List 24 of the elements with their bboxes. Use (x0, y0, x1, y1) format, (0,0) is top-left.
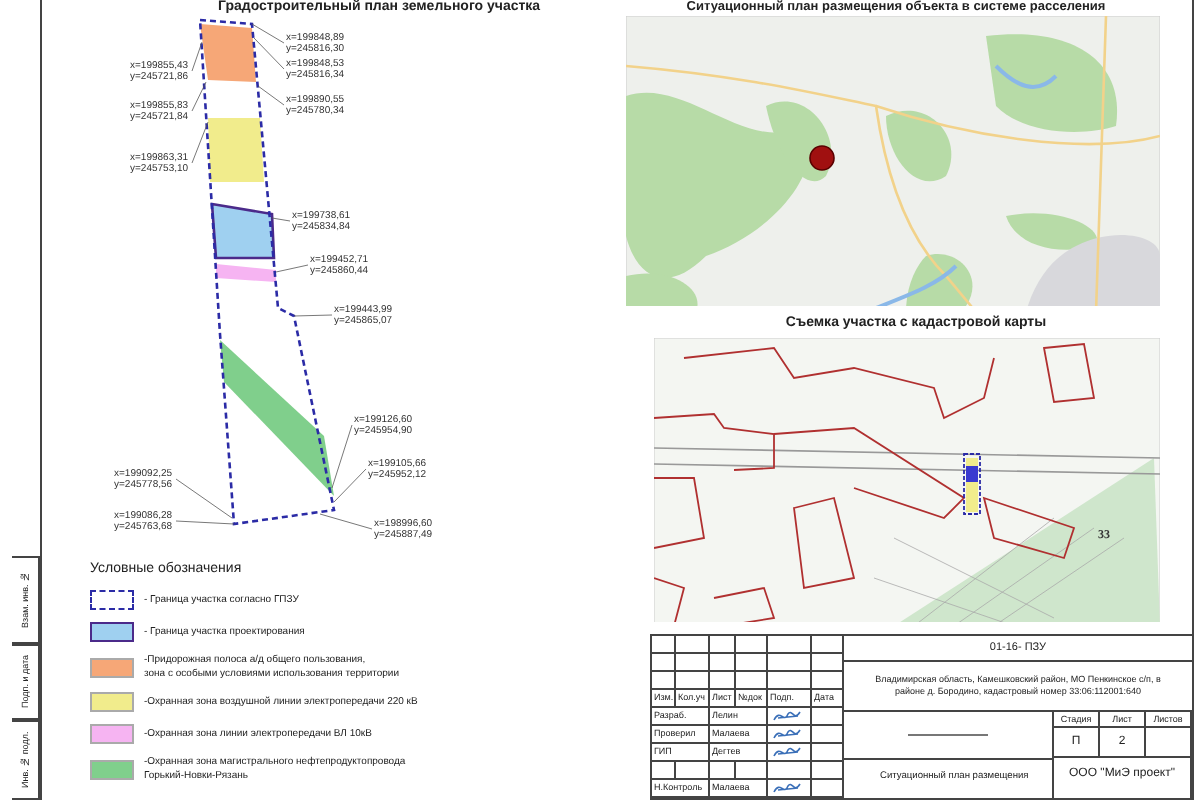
empty-cell (768, 672, 812, 690)
empty-cell (812, 654, 844, 672)
leader-line (293, 314, 333, 317)
empty-cell (812, 672, 844, 690)
leader-line (275, 264, 309, 273)
empty-cell (812, 762, 844, 780)
empty-cell (676, 654, 710, 672)
leader-line (271, 217, 291, 222)
leader-line (191, 121, 209, 164)
location-marker-icon (809, 145, 835, 171)
empty-cell (676, 762, 710, 780)
leader-line (191, 41, 203, 72)
empty-cell (710, 762, 736, 780)
empty-cell (710, 654, 736, 672)
leader-line (319, 513, 373, 530)
plot-boundary (963, 454, 981, 516)
leader-line (257, 85, 285, 106)
empty-cell (736, 762, 768, 780)
empty-cell (768, 654, 812, 672)
leader-line (191, 81, 207, 112)
empty-cell (736, 654, 768, 672)
empty-cell (710, 672, 736, 690)
empty-cell (736, 672, 768, 690)
empty-cell (676, 672, 710, 690)
